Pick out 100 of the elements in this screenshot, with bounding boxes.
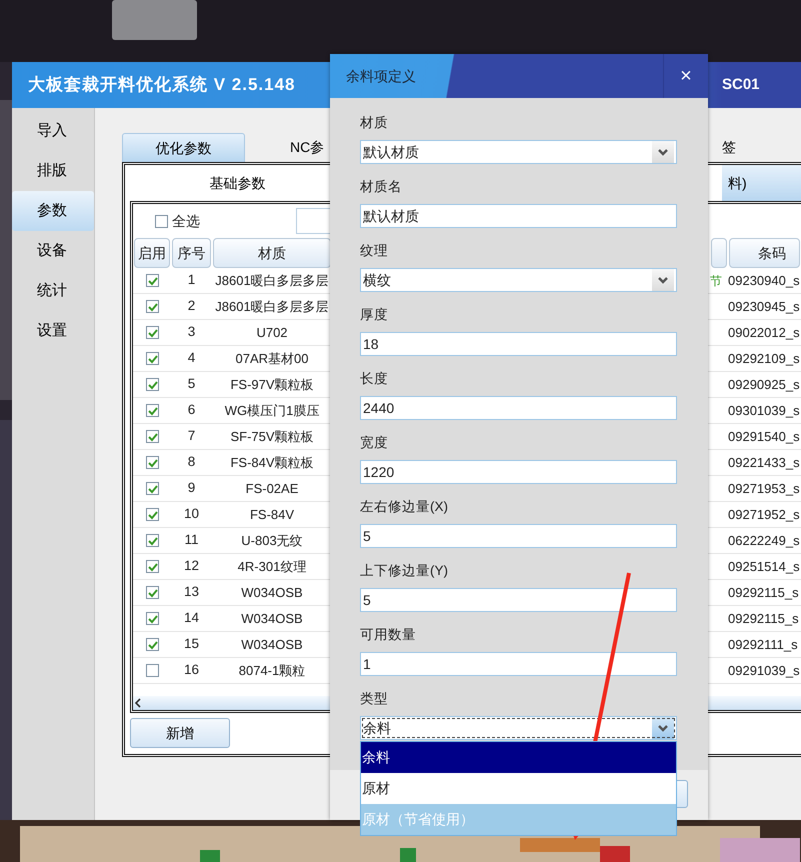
- table-cell: 9: [171, 476, 212, 502]
- check-icon: [146, 613, 158, 624]
- input-field[interactable]: 5: [360, 524, 677, 548]
- check-icon: [146, 301, 158, 312]
- sidebar-item[interactable]: 统计: [12, 271, 94, 311]
- checkbox[interactable]: [146, 352, 158, 365]
- station-label: SC01: [722, 74, 761, 95]
- table-cell: 2: [171, 294, 212, 320]
- chevron-down-icon: [656, 274, 670, 286]
- table-cell: 4: [171, 346, 212, 372]
- input-field[interactable]: 1220: [360, 460, 677, 484]
- input-field[interactable]: 5: [360, 588, 677, 612]
- dialog-title: 余料项定义: [345, 66, 416, 86]
- subtab[interactable]: 料): [722, 165, 801, 201]
- check-icon: [146, 327, 158, 338]
- table-cell: 16: [171, 658, 212, 684]
- table-cell-text: 09230945_s: [728, 298, 800, 316]
- check-icon: [146, 587, 158, 598]
- sidebar-item[interactable]: 设置: [12, 311, 94, 351]
- checkbox[interactable]: [146, 456, 158, 469]
- check-icon: [146, 509, 158, 520]
- checkbox[interactable]: [146, 378, 158, 391]
- field-label: 材质名: [360, 178, 403, 196]
- chevron-down-icon: [656, 146, 670, 158]
- check-icon: [146, 353, 158, 364]
- column-header[interactable]: 材质: [213, 238, 331, 268]
- table-cell: 12: [171, 554, 212, 580]
- checkbox[interactable]: [146, 404, 158, 417]
- checkbox[interactable]: [146, 534, 158, 547]
- checkbox[interactable]: [146, 300, 158, 313]
- checkbox[interactable]: [146, 612, 158, 625]
- checkbox[interactable]: [146, 326, 158, 339]
- column-header[interactable]: 条码: [729, 238, 800, 268]
- check-icon: [146, 275, 158, 286]
- table-cell: 1: [171, 268, 212, 294]
- checkbox[interactable]: [146, 274, 158, 287]
- table-cell: 3: [171, 320, 212, 346]
- table-cell: 5: [171, 372, 212, 398]
- field-label: 厚度: [360, 306, 389, 324]
- table-cell-text: 09271953_s: [728, 480, 800, 498]
- dropdown-option[interactable]: 余料: [361, 742, 676, 773]
- check-icon: [146, 405, 158, 416]
- table-cell: 8: [171, 450, 212, 476]
- field-label: 类型: [360, 690, 389, 708]
- table-cell-text: 09292109_s: [728, 350, 800, 368]
- check-icon: [146, 483, 158, 494]
- tab[interactable]: 优化参数: [122, 133, 245, 162]
- add-button[interactable]: 新增: [130, 718, 230, 748]
- field-label: 长度: [360, 370, 389, 388]
- checkbox[interactable]: [146, 482, 158, 495]
- checkbox[interactable]: [146, 560, 158, 573]
- column-header[interactable]: 序号: [172, 238, 211, 268]
- window-title: 大板套裁开料优化系统 V 2.5.148: [27, 74, 296, 96]
- table-cell: 14: [171, 606, 212, 632]
- check-icon: [146, 639, 158, 650]
- table-cell-text: 09022012_s: [728, 324, 800, 342]
- checkbox[interactable]: [146, 586, 158, 599]
- input-field[interactable]: 18: [360, 332, 677, 356]
- table-cell-text: 09292111_s: [728, 636, 798, 654]
- table-cell: 6: [171, 398, 212, 424]
- input-field[interactable]: 1: [360, 652, 677, 676]
- checkbox[interactable]: [146, 508, 158, 521]
- dropdown-field[interactable]: 横纹: [360, 268, 677, 292]
- table-cell-text: 09290925_s: [728, 376, 800, 394]
- tab[interactable]: NC参: [245, 133, 324, 162]
- table-cell: 10: [171, 502, 212, 528]
- table-cell-text: 09301039_s: [728, 402, 800, 420]
- table-cell: 15: [171, 632, 212, 658]
- field-label: 左右修边量(X): [360, 498, 449, 516]
- sidebar-item[interactable]: 设备: [12, 231, 94, 271]
- field-label: 材质: [360, 114, 389, 132]
- field-label: 可用数量: [360, 626, 417, 644]
- checkbox[interactable]: [155, 214, 168, 228]
- sidebar-item[interactable]: 导入: [12, 111, 94, 151]
- tab[interactable]: 签: [722, 133, 801, 162]
- chevron-down-icon: [656, 722, 670, 734]
- checkbox-label: 全选: [172, 212, 200, 230]
- sidebar-item[interactable]: 排版: [12, 151, 94, 191]
- table-cell-text: 09292115_s: [728, 584, 799, 602]
- table-cell-text: 06222249_s: [728, 532, 800, 550]
- sidebar-item[interactable]: 参数: [12, 191, 94, 231]
- checkbox[interactable]: [146, 664, 158, 677]
- table-cell: 7: [171, 424, 212, 450]
- table-cell-text: 节: [710, 272, 722, 290]
- column-header[interactable]: 启用: [134, 238, 170, 268]
- table-cell-text: 09251514_s: [728, 558, 800, 576]
- subtab[interactable]: 基础参数: [125, 165, 330, 201]
- table-cell: 11: [171, 528, 212, 554]
- dropdown-option[interactable]: 原材: [361, 773, 676, 804]
- checkbox[interactable]: [146, 638, 158, 651]
- checkbox[interactable]: [146, 430, 158, 443]
- table-cell-text: 09221433_s: [728, 454, 800, 472]
- table-cell-text: 09271952_s: [728, 506, 800, 524]
- field-label: 上下修边量(Y): [360, 562, 449, 580]
- field-label: 纹理: [360, 242, 389, 260]
- table-cell-text: 09292115_s: [728, 610, 799, 628]
- input-field[interactable]: 默认材质: [360, 204, 677, 228]
- input-field[interactable]: 2440: [360, 396, 677, 420]
- dropdown-field[interactable]: 默认材质: [360, 140, 677, 164]
- table-cell: 13: [171, 580, 212, 606]
